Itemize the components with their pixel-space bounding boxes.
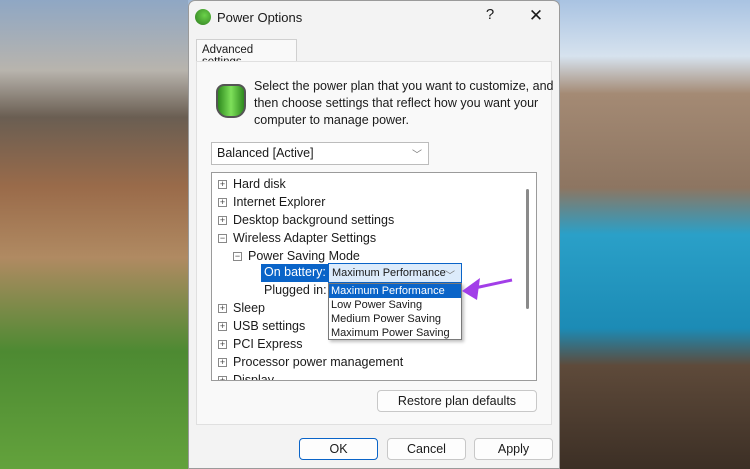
chevron-down-icon: ﹀ bbox=[412, 150, 422, 161]
description-text: Select the power plan that you want to c… bbox=[254, 79, 554, 127]
tree-item-label: Internet Explorer bbox=[233, 195, 326, 209]
tab-advanced-settings[interactable]: Advanced settings bbox=[196, 39, 297, 68]
tree-item-label: USB settings bbox=[233, 319, 306, 333]
power-options-icon bbox=[195, 9, 211, 25]
option-medium-power-saving[interactable]: Medium Power Saving bbox=[329, 312, 461, 326]
desktop-wallpaper-left bbox=[0, 0, 188, 469]
battery-plug-icon bbox=[216, 84, 246, 118]
option-maximum-power-saving[interactable]: Maximum Power Saving bbox=[329, 326, 461, 340]
expand-icon[interactable]: + bbox=[218, 215, 227, 225]
tree-item-label: Desktop background settings bbox=[233, 213, 395, 227]
desktop-wallpaper-right bbox=[560, 0, 750, 469]
plugged-in-label[interactable]: Plugged in: bbox=[264, 283, 327, 297]
tree-item-label: Display bbox=[233, 373, 274, 381]
on-battery-dropdown-list: Maximum Performance Low Power Saving Med… bbox=[328, 283, 462, 340]
help-button[interactable]: ? bbox=[475, 6, 505, 23]
tree-item-label: Processor power management bbox=[233, 355, 404, 369]
collapse-icon[interactable]: − bbox=[233, 251, 242, 261]
tree-item-label: Wireless Adapter Settings bbox=[233, 231, 377, 245]
tree-item-wireless-adapter[interactable]: − Wireless Adapter Settings bbox=[218, 229, 376, 247]
expand-icon[interactable]: + bbox=[218, 357, 227, 367]
expand-icon[interactable]: + bbox=[218, 321, 227, 331]
expand-icon[interactable]: + bbox=[218, 303, 227, 313]
tree-item-desktop-background[interactable]: + Desktop background settings bbox=[218, 211, 394, 229]
ok-button[interactable]: OK bbox=[299, 438, 378, 460]
tree-item-pci-express[interactable]: + PCI Express bbox=[218, 335, 302, 353]
cancel-button[interactable]: Cancel bbox=[387, 438, 466, 460]
on-battery-label[interactable]: On battery: bbox=[261, 264, 329, 282]
tree-item-display[interactable]: + Display bbox=[218, 371, 274, 381]
tree-item-label: PCI Express bbox=[233, 337, 303, 351]
tree-item-label: Sleep bbox=[233, 301, 265, 315]
power-options-dialog: Power Options ? ✕ Advanced settings Sele… bbox=[188, 0, 560, 469]
restore-plan-defaults-button[interactable]: Restore plan defaults bbox=[377, 390, 537, 412]
tree-item-sleep[interactable]: + Sleep bbox=[218, 299, 265, 317]
tree-scrollbar[interactable] bbox=[526, 189, 529, 309]
on-battery-combo[interactable]: Maximum Performance ﹀ bbox=[328, 263, 462, 283]
expand-icon[interactable]: + bbox=[218, 339, 227, 349]
dialog-title: Power Options bbox=[217, 10, 303, 25]
expand-icon[interactable]: + bbox=[218, 179, 227, 189]
plan-value: Balanced [Active] bbox=[217, 146, 314, 160]
power-plan-select[interactable]: Balanced [Active] ﹀ bbox=[211, 142, 429, 165]
tree-item-label: Power Saving Mode bbox=[248, 249, 360, 263]
tree-item-hard-disk[interactable]: + Hard disk bbox=[218, 175, 286, 193]
tree-item-processor[interactable]: + Processor power management bbox=[218, 353, 403, 371]
option-maximum-performance[interactable]: Maximum Performance bbox=[329, 284, 461, 298]
collapse-icon[interactable]: − bbox=[218, 233, 227, 243]
advanced-settings-panel: Select the power plan that you want to c… bbox=[196, 61, 554, 425]
tree-item-label: Hard disk bbox=[233, 177, 286, 191]
expand-icon[interactable]: + bbox=[218, 197, 227, 207]
chevron-down-icon: ﹀ bbox=[445, 271, 455, 282]
close-button[interactable]: ✕ bbox=[521, 6, 551, 26]
tree-item-usb[interactable]: + USB settings bbox=[218, 317, 305, 335]
expand-icon[interactable]: + bbox=[218, 375, 227, 380]
annotation-arrow-icon bbox=[462, 278, 513, 300]
option-low-power-saving[interactable]: Low Power Saving bbox=[329, 298, 461, 312]
tree-item-internet-explorer[interactable]: + Internet Explorer bbox=[218, 193, 325, 211]
apply-button[interactable]: Apply bbox=[474, 438, 553, 460]
combo-value: Maximum Performance bbox=[332, 267, 446, 279]
